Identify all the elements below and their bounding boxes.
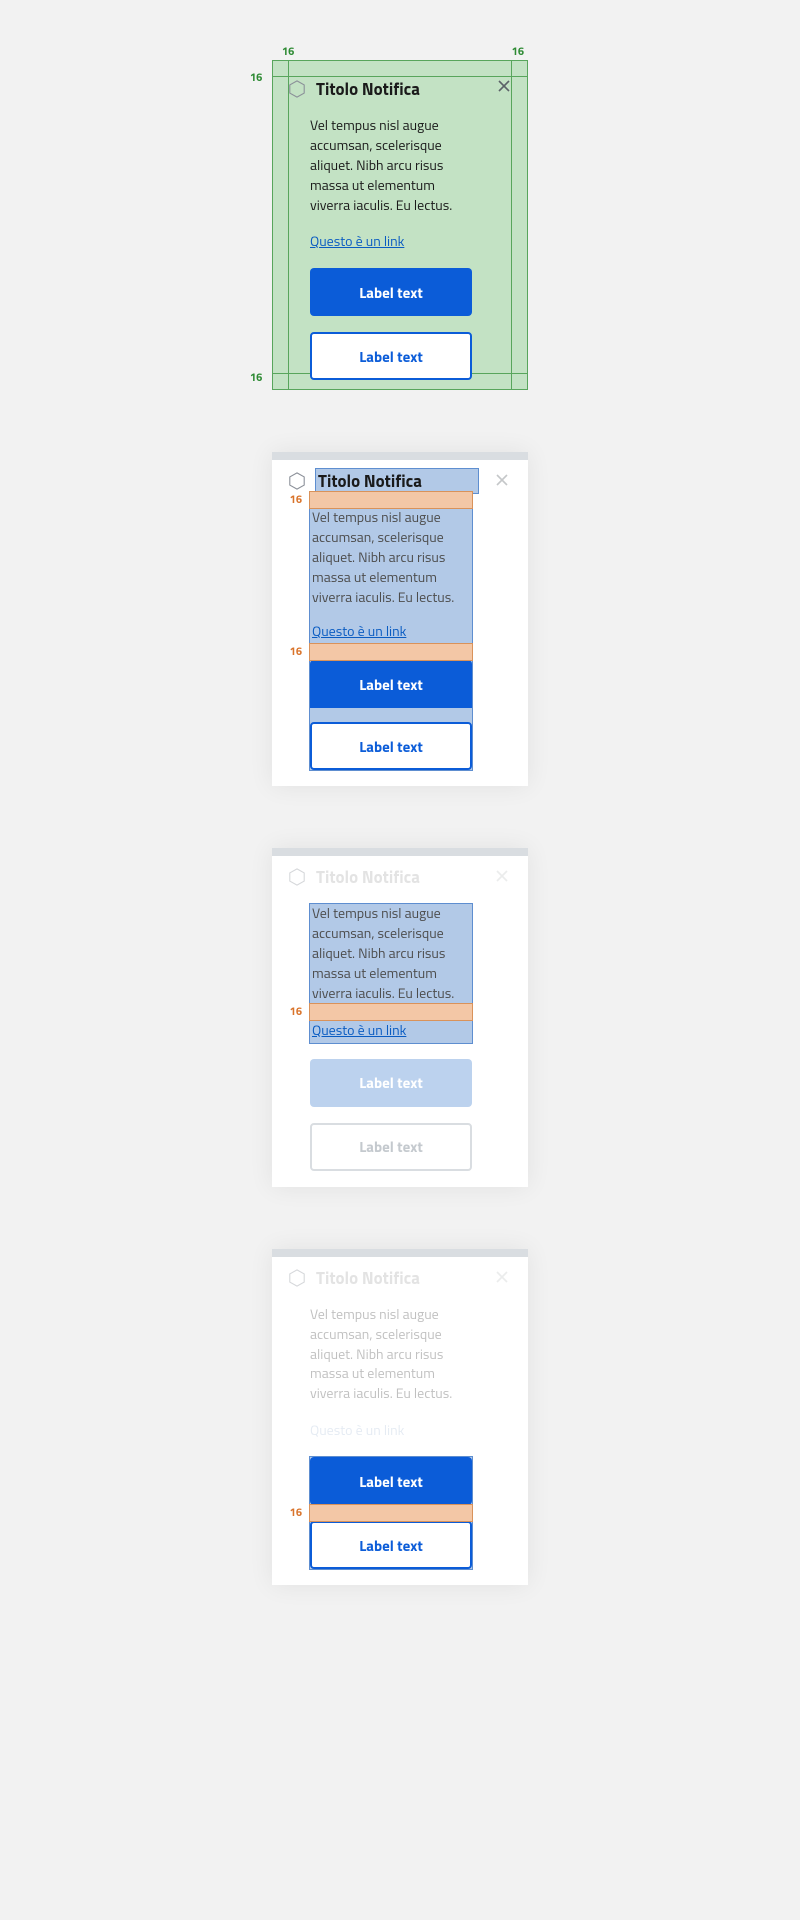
notification-link[interactable]: Questo è un link	[310, 231, 512, 252]
notification-header: Titolo Notifica	[288, 866, 512, 888]
secondary-button[interactable]: Label text	[310, 722, 472, 770]
secondary-button[interactable]: Label text	[310, 1521, 472, 1569]
notification-description: Vel tempus nisl augue accumsan, sceleris…	[310, 1305, 472, 1404]
notification-title: Titolo Notifica	[316, 76, 420, 102]
spec-canvas: 16 16 16 16 Titolo Notifica Vel temp	[0, 0, 800, 1787]
type-hexagon-icon	[288, 80, 306, 98]
gap-label: 16	[290, 492, 302, 508]
notification-header: Titolo Notifica	[288, 1267, 512, 1289]
primary-button-label: Label text	[359, 673, 423, 696]
gap-between-buttons: 16	[310, 1505, 472, 1521]
padding-label-left: 16	[250, 70, 262, 86]
spec-card-button-gap: Titolo Notifica Vel tempus nisl augue ac…	[272, 1249, 528, 1585]
type-hexagon-icon	[288, 868, 306, 886]
notification-title: Titolo Notifica	[316, 864, 420, 890]
primary-button-label: Label text	[359, 1470, 423, 1493]
notification-header: Titolo Notifica	[288, 78, 512, 100]
primary-button-label: Label text	[359, 281, 423, 304]
close-button[interactable]	[492, 866, 512, 886]
gap-label: 16	[290, 1004, 302, 1020]
primary-button[interactable]: Label text	[310, 660, 472, 708]
notification-description: Vel tempus nisl augue accumsan, sceleris…	[312, 904, 470, 1003]
secondary-button-label: Label text	[359, 345, 423, 368]
notification-title: Titolo Notifica	[316, 469, 478, 493]
spec-card-padding: 16 16 16 16 Titolo Notifica Vel temp	[272, 60, 528, 390]
secondary-button-label: Label text	[359, 1534, 423, 1557]
notification-link[interactable]: Questo è un link	[310, 1420, 512, 1441]
primary-button-label: Label text	[359, 1071, 423, 1094]
close-button[interactable]	[492, 470, 512, 490]
gap-label: 16	[290, 644, 302, 660]
spec-card-desc-link-gap: Titolo Notifica Vel tempus nisl augue ac…	[272, 848, 528, 1186]
close-button[interactable]	[494, 76, 514, 96]
secondary-button[interactable]: Label text	[310, 1123, 472, 1171]
gap-title-to-body: 16	[310, 492, 472, 508]
notification-header: Titolo Notifica	[288, 470, 512, 492]
type-hexagon-icon	[288, 472, 306, 490]
gap-link-to-actions: 16	[310, 644, 472, 660]
primary-button[interactable]: Label text	[310, 1457, 472, 1505]
spec-card-vertical-gaps: Titolo Notifica 16 Vel tempus nisl augue…	[272, 452, 528, 786]
padding-label-top-right: 16	[512, 44, 524, 60]
notification-link[interactable]: Questo è un link	[310, 621, 472, 644]
secondary-button-label: Label text	[359, 1135, 423, 1158]
notification-title: Titolo Notifica	[316, 1265, 420, 1291]
secondary-button-label: Label text	[359, 735, 423, 758]
secondary-button[interactable]: Label text	[310, 332, 472, 380]
type-hexagon-icon	[288, 1269, 306, 1287]
notification-description: Vel tempus nisl augue accumsan, sceleris…	[310, 508, 472, 607]
primary-button[interactable]: Label text	[310, 268, 472, 316]
notification-link[interactable]: Questo è un link	[312, 1020, 406, 1041]
padding-label-bottom: 16	[250, 370, 262, 386]
primary-button[interactable]: Label text	[310, 1059, 472, 1107]
close-button[interactable]	[492, 1267, 512, 1287]
padding-label-top-left: 16	[282, 44, 294, 60]
gap-label: 16	[290, 1505, 302, 1521]
gap-desc-to-link: 16	[310, 1004, 472, 1020]
notification-description: Vel tempus nisl augue accumsan, sceleris…	[310, 116, 472, 215]
